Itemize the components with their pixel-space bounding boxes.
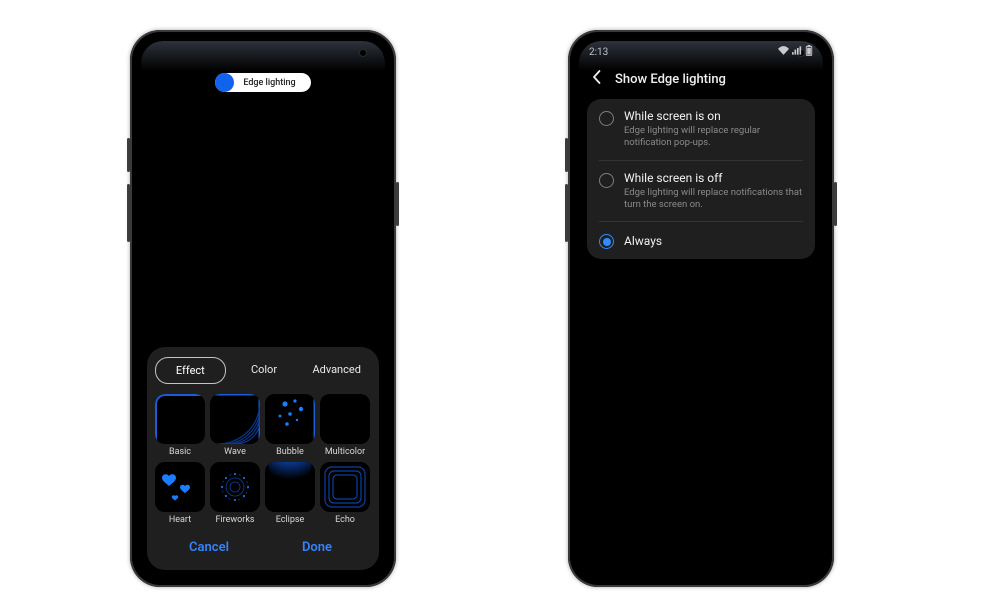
radio-icon xyxy=(599,234,614,249)
option-while-screen-on[interactable]: While screen is on Edge lighting will re… xyxy=(587,99,815,160)
effect-label: Multicolor xyxy=(325,447,365,457)
pill-label: Edge lighting xyxy=(234,78,311,88)
tab-advanced[interactable]: Advanced xyxy=(302,357,371,384)
effect-bubble[interactable]: Bubble xyxy=(265,394,315,457)
page-title: Show Edge lighting xyxy=(615,72,726,87)
status-time: 2:13 xyxy=(589,47,608,58)
done-button[interactable]: Done xyxy=(263,535,371,560)
toggle-dot-icon xyxy=(215,73,234,92)
effect-label: Bubble xyxy=(276,447,304,457)
option-always[interactable]: Always xyxy=(587,222,815,259)
option-desc: Edge lighting will replace notifications… xyxy=(624,187,803,212)
effect-basic[interactable]: Basic xyxy=(155,394,205,457)
effect-echo[interactable]: Echo xyxy=(320,462,370,525)
effect-label: Fireworks xyxy=(215,515,254,525)
back-button[interactable] xyxy=(589,69,605,89)
status-bar: 2:13 xyxy=(579,41,823,63)
effect-label: Echo xyxy=(335,515,355,525)
page-header: Show Edge lighting xyxy=(579,63,823,95)
effect-label: Wave xyxy=(224,447,246,457)
radio-icon xyxy=(599,111,614,126)
option-while-screen-off[interactable]: While screen is off Edge lighting will r… xyxy=(587,161,815,222)
radio-icon xyxy=(599,173,614,188)
option-title: While screen is off xyxy=(624,171,803,185)
battery-icon xyxy=(805,45,813,59)
tab-effect[interactable]: Effect xyxy=(155,357,226,384)
option-title: While screen is on xyxy=(624,109,803,123)
effect-grid: Basic Wave Bubble Multicolor Heart xyxy=(155,394,371,525)
action-bar: Cancel Done xyxy=(155,535,371,560)
edge-lighting-pill[interactable]: Edge lighting xyxy=(215,73,311,92)
effect-wave[interactable]: Wave xyxy=(210,394,260,457)
effect-fireworks[interactable]: Fireworks xyxy=(210,462,260,525)
effect-label: Basic xyxy=(169,447,191,457)
front-camera-icon xyxy=(359,49,367,57)
option-desc: Edge lighting will replace regular notif… xyxy=(624,125,803,150)
option-title: Always xyxy=(624,234,662,248)
tab-color[interactable]: Color xyxy=(230,357,299,384)
show-edge-lighting-screen: 2:13 Show Edge lighting While screen is … xyxy=(579,41,823,576)
tabs: Effect Color Advanced xyxy=(155,357,371,384)
effect-heart[interactable]: Heart xyxy=(155,462,205,525)
effect-multicolor[interactable]: Multicolor xyxy=(320,394,370,457)
edge-lighting-effect-screen: Edge lighting Effect Color Advanced Basi… xyxy=(141,41,385,576)
effect-label: Eclipse xyxy=(276,515,305,525)
effect-picker-sheet: Effect Color Advanced Basic Wave Bubble xyxy=(147,347,379,570)
effect-label: Heart xyxy=(169,515,191,525)
wifi-icon xyxy=(778,46,789,58)
cancel-button[interactable]: Cancel xyxy=(155,535,263,560)
options-card: While screen is on Edge lighting will re… xyxy=(587,99,815,259)
signal-icon xyxy=(792,46,802,58)
effect-eclipse[interactable]: Eclipse xyxy=(265,462,315,525)
